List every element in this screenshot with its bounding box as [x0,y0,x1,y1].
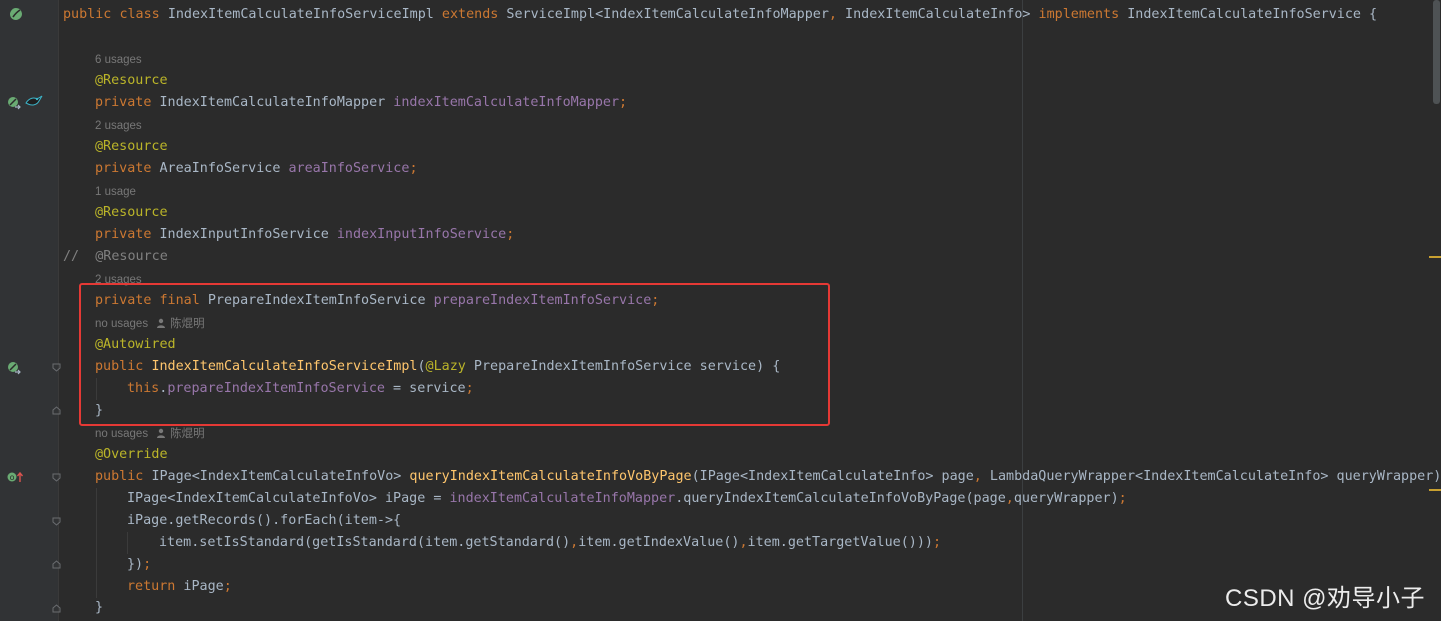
keyword: private [95,227,152,242]
user-icon [157,428,166,438]
code-line-comment[interactable]: // @Resource [63,246,168,268]
right-margin-guide [1022,0,1023,621]
code-line-annotation[interactable]: @Resource [95,202,168,224]
spring-bean-navigate-icon-2[interactable] [6,360,22,376]
field-name: indexInputInfoService [336,227,507,242]
indent-guide [127,532,128,554]
punctuation: , [739,535,748,550]
parameters: (IPage<IndexItemCalculateInfo> page [691,469,974,484]
method-name: queryIndexItemCalculateInfoVoByPage [409,469,692,484]
watermark: CSDN @劝导小子 [1225,585,1426,612]
field-name: indexItemCalculateInfoMapper [393,95,620,110]
warning-stripe-marker[interactable] [1429,489,1441,491]
spring-bean-navigate-icon[interactable] [6,95,22,111]
punctuation: ; [932,535,942,550]
code-line-return[interactable]: return iPage; [127,576,232,598]
parent-type-rest: IndexItemCalculateInfo> [836,7,1031,22]
code-line-annotation[interactable]: @Override [95,444,168,466]
usage-hint-text: no usages [95,428,149,440]
class-name: IndexItemCalculateInfoServiceImpl [167,7,434,22]
keyword: return [127,579,176,594]
svg-text:o: o [10,473,15,482]
code-line-method-declaration[interactable]: public IPage<IndexItemCalculateInfoVo> q… [95,466,1441,488]
gutter-separator [58,0,59,621]
code-text: .queryIndexItemCalculateInfoVoByPage(pag… [675,491,1006,506]
field-name: areaInfoService [288,161,410,176]
closing-brace: } [95,600,104,615]
type-name: IndexInputInfoService [159,227,329,242]
usage-hint[interactable]: 2 usages [95,115,142,137]
code-line-class-declaration[interactable]: public class IndexItemCalculateInfoServi… [63,4,1377,26]
fold-marker-icon[interactable] [52,560,61,569]
punctuation: , [828,7,837,22]
code-text: iPage.getRecords().forEach(item->{ [127,513,402,528]
keyword: public [95,469,144,484]
return-type: IPage<IndexItemCalculateInfoVo> [151,469,402,484]
code-text: queryWrapper) [1013,491,1119,506]
punctuation: , [570,535,579,550]
code-line-statement[interactable]: IPage<IndexItemCalculateInfoVo> iPage = … [127,488,1127,510]
code-line-field[interactable]: private AreaInfoService areaInfoService; [95,158,418,180]
fold-marker-icon[interactable] [52,363,61,372]
keyword: private [95,161,152,176]
red-highlight-box [79,283,830,426]
punctuation: ; [409,161,418,176]
code-text: iPage [175,579,224,594]
fold-marker-icon[interactable] [52,604,61,613]
code-line-annotation[interactable]: @Resource [95,136,168,158]
punctuation: ; [619,95,628,110]
code-line-statement[interactable]: }); [127,554,151,576]
annotation: @Override [95,447,168,462]
fold-marker-icon[interactable] [52,517,61,526]
override-method-icon[interactable]: o [6,470,24,484]
usage-hint[interactable]: 6 usages [95,49,142,71]
punctuation: , [973,469,982,484]
vertical-scrollbar[interactable] [1433,0,1440,104]
code-text: }) [127,557,144,572]
type-name: AreaInfoService [159,161,281,176]
field-name: indexItemCalculateInfoMapper [449,491,676,506]
keyword: implements [1038,7,1120,22]
annotation: @Resource [95,73,168,88]
keyword: public [63,7,112,22]
punctuation: , [1005,491,1014,506]
annotation: @Resource [95,139,168,154]
warning-stripe-marker[interactable] [1429,256,1441,258]
code-line-annotation[interactable]: @Resource [95,70,168,92]
keyword: private [95,95,152,110]
fold-marker-icon[interactable] [52,473,61,482]
author-name: 陈焜明 [170,428,205,440]
mybatis-bird-icon[interactable] [25,94,43,108]
punctuation: ; [223,579,232,594]
code-text: item.setIsStandard(getIsStandard(item.ge… [159,535,571,550]
punctuation: ; [1118,491,1127,506]
code-text: item.getIndexValue() [578,535,740,550]
annotation: @Resource [95,205,168,220]
usage-hint[interactable]: 1 usage [95,181,136,203]
code-text: IPage<IndexItemCalculateInfoVo> iPage = [127,491,450,506]
keyword: extends [441,7,499,22]
type-name: IndexItemCalculateInfoMapper [159,95,386,110]
fold-marker-icon[interactable] [52,406,61,415]
code-line-statement[interactable]: item.setIsStandard(getIsStandard(item.ge… [159,532,941,554]
comment-slashes: // [63,249,80,264]
parameters-rest: LambdaQueryWrapper<IndexItemCalculateInf… [981,469,1441,484]
indent-guide [96,488,97,598]
usage-hint[interactable]: no usages 陈焜明 [95,423,205,445]
punctuation: ; [506,227,515,242]
code-line-field[interactable]: private IndexInputInfoService indexInput… [95,224,514,246]
parent-type: ServiceImpl<IndexItemCalculateInfoMapper [506,7,829,22]
keyword: class [119,7,160,22]
code-line-brace[interactable]: } [95,597,103,619]
code-line-field[interactable]: private IndexItemCalculateInfoMapper ind… [95,92,627,114]
code-text: item.getTargetValue())) [747,535,933,550]
punctuation: ; [143,557,152,572]
interface-name: IndexItemCalculateInfoService { [1127,7,1378,22]
spring-bean-icon[interactable] [8,6,24,22]
code-line-statement[interactable]: iPage.getRecords().forEach(item->{ [127,510,401,532]
comment-text: @Resource [95,249,168,264]
